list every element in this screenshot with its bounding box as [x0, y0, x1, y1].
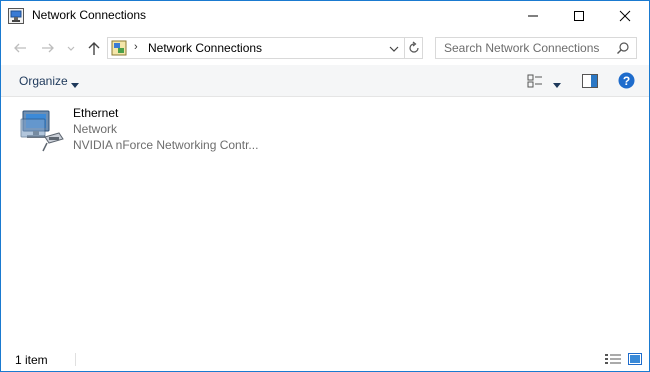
address-dropdown-button[interactable] — [388, 43, 400, 55]
command-bar: Organize ? — [1, 65, 649, 97]
refresh-button[interactable] — [407, 40, 421, 56]
chevron-down-icon — [67, 46, 75, 51]
forward-arrow-icon — [42, 43, 54, 53]
svg-text:?: ? — [623, 74, 630, 88]
minimize-icon — [528, 15, 538, 17]
ethernet-adapter-icon — [19, 107, 67, 155]
address-bar-divider — [404, 38, 405, 58]
network-connections-icon — [111, 40, 127, 56]
large-icons-view-icon[interactable] — [628, 353, 642, 365]
window-title: Network Connections — [32, 8, 147, 22]
organize-dropdown-icon[interactable] — [71, 78, 79, 88]
chevron-down-icon — [389, 46, 399, 52]
details-view-icon[interactable] — [605, 353, 621, 365]
help-icon[interactable]: ? — [618, 72, 635, 89]
status-bar: 1 item — [1, 347, 649, 371]
back-button[interactable] — [11, 39, 29, 57]
maximize-button[interactable] — [557, 1, 603, 31]
network-connections-app-icon — [8, 8, 24, 24]
item-device-name: NVIDIA nForce Networking Contr... — [73, 138, 259, 152]
breadcrumb-separator: › — [134, 41, 138, 53]
up-button[interactable] — [85, 39, 103, 57]
back-arrow-icon — [14, 43, 26, 53]
item-count: 1 item — [15, 353, 48, 367]
organize-button[interactable]: Organize — [19, 74, 68, 88]
forward-button[interactable] — [39, 39, 57, 57]
refresh-icon — [409, 41, 419, 53]
address-bar[interactable]: › Network Connections — [107, 37, 423, 59]
explorer-window: Network Connections › Network Connection… — [0, 0, 650, 372]
item-network-status: Network — [73, 122, 118, 136]
status-divider — [75, 353, 76, 366]
search-box[interactable]: Search Network Connections — [435, 37, 637, 59]
close-icon — [619, 10, 631, 22]
recent-locations-button[interactable] — [65, 39, 77, 57]
file-list[interactable]: Ethernet Network NVIDIA nForce Networkin… — [1, 97, 649, 347]
breadcrumb-network-connections[interactable]: Network Connections — [148, 41, 262, 55]
search-icon — [616, 41, 630, 55]
preview-pane-icon[interactable] — [582, 74, 598, 88]
close-button[interactable] — [603, 1, 649, 31]
title-bar[interactable]: Network Connections — [1, 1, 649, 31]
minimize-button[interactable] — [511, 1, 557, 31]
navigation-bar: › Network Connections Search Network Con… — [1, 31, 649, 65]
change-view-icon[interactable] — [527, 74, 543, 88]
search-input[interactable]: Search Network Connections — [444, 41, 599, 55]
view-options-dropdown-icon[interactable] — [553, 78, 561, 88]
network-connection-item-ethernet[interactable]: Ethernet Network NVIDIA nForce Networkin… — [17, 103, 273, 159]
maximize-icon — [574, 11, 584, 21]
up-arrow-icon — [88, 42, 100, 55]
item-name: Ethernet — [73, 106, 119, 120]
